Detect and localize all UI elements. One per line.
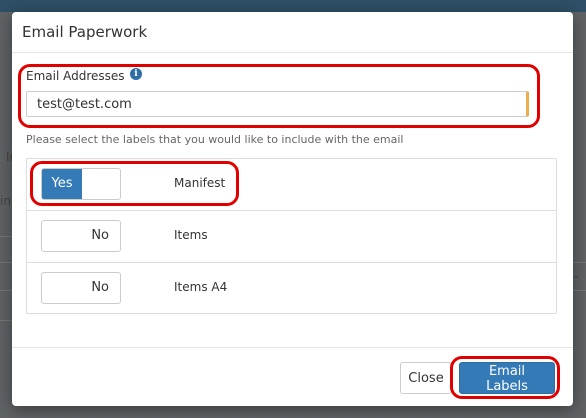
items-toggle[interactable]: No: [41, 220, 121, 252]
modal-title: Email Paperwork: [22, 23, 148, 41]
background-divider: [0, 320, 12, 321]
highlight-send-annotation: [450, 356, 560, 399]
background-divider: [572, 262, 586, 263]
background-divider: [0, 236, 12, 237]
background-divider: [0, 262, 12, 263]
toggle-no-label: No: [91, 228, 109, 243]
background-divider: [0, 290, 12, 291]
highlight-email-annotation: [18, 64, 540, 128]
instruction-text: Please select the labels that you would …: [26, 133, 404, 146]
label-row-items: No Items: [27, 210, 556, 263]
background-divider: [572, 290, 586, 291]
close-button[interactable]: Close: [400, 362, 452, 394]
chevron-down-icon: ⌄: [572, 270, 581, 281]
email-paperwork-modal: Email Paperwork Email Addresses i Please…: [12, 12, 573, 406]
items-a4-toggle[interactable]: No: [41, 272, 121, 304]
label-name: Items: [174, 228, 208, 242]
label-row-items-a4: No Items A4: [27, 262, 556, 315]
modal-header: Email Paperwork: [12, 12, 573, 53]
background-topbar: [0, 0, 586, 12]
label-name: Items A4: [174, 280, 228, 294]
modal-footer-divider: [12, 347, 573, 348]
highlight-manifest-annotation: [30, 161, 239, 206]
background-text-fragment: in: [0, 194, 11, 208]
toggle-no-label: No: [91, 280, 109, 295]
